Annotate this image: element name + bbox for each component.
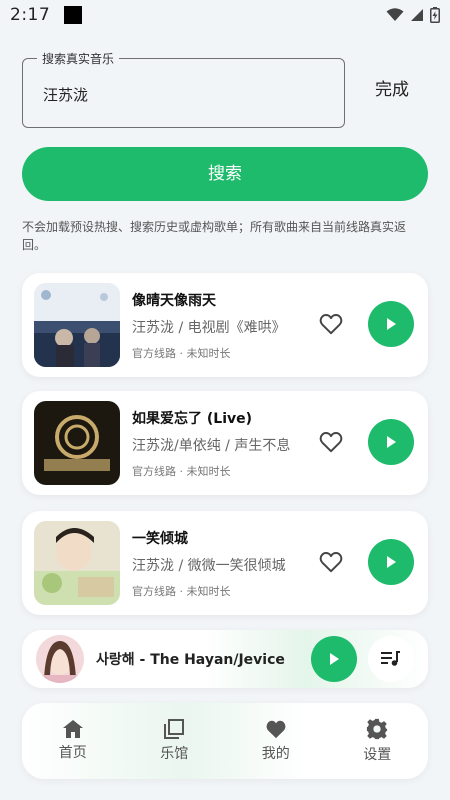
album-cover (34, 521, 120, 605)
library-icon (164, 719, 185, 739)
play-icon (387, 318, 396, 330)
song-title: 如果爱忘了 (Live) (132, 411, 253, 427)
mini-play-button[interactable] (311, 636, 357, 682)
search-field-label: 搜索真实音乐 (37, 50, 120, 67)
tab-label: 设置 (363, 747, 392, 763)
tab-label: 首页 (58, 745, 87, 761)
play-icon (387, 436, 396, 448)
bottom-tab-bar: 首页 乐馆 我的 设置 (22, 703, 428, 779)
song-meta: 官方线路 · 未知时长 (132, 347, 231, 360)
battery-charging-icon (430, 7, 440, 23)
status-icons (386, 7, 440, 23)
tab-mine[interactable]: 我的 (225, 703, 327, 779)
song-artist: 汪苏泷 / 电视剧《难哄》 (132, 320, 286, 336)
search-button[interactable]: 搜索 (22, 147, 428, 201)
tab-label: 乐馆 (160, 746, 189, 762)
result-card[interactable]: 如果爱忘了 (Live) 汪苏泷/单依纯 / 声生不息 官方线路 · 未知时长 (22, 391, 428, 495)
heart-outline-icon[interactable] (318, 549, 344, 575)
song-meta: 官方线路 · 未知时长 (132, 465, 231, 478)
wifi-icon (386, 8, 404, 21)
done-button[interactable]: 完成 (362, 76, 422, 104)
search-field[interactable]: 搜索真实音乐 (22, 50, 345, 128)
song-meta: 官方线路 · 未知时长 (132, 585, 231, 598)
song-title: 一笑倾城 (132, 531, 188, 547)
search-notice: 不会加载预设热搜、搜索历史或虚构歌单；所有歌曲来自当前线路真实返回。 (22, 220, 407, 252)
status-bar: 2:17 (0, 0, 450, 30)
album-cover (34, 401, 120, 485)
signal-icon (411, 9, 423, 21)
queue-button[interactable] (368, 636, 414, 682)
tab-settings[interactable]: 设置 (327, 703, 429, 779)
now-playing-cover (36, 635, 84, 683)
song-artist: 汪苏泷/单依纯 / 声生不息 (132, 438, 291, 454)
search-input[interactable] (43, 81, 323, 107)
heart-outline-icon[interactable] (318, 311, 344, 337)
notification-square-icon (64, 6, 83, 24)
play-button[interactable] (368, 419, 414, 465)
now-playing-title: 사랑해 - The Hayan/Jevice (96, 652, 285, 668)
album-cover (34, 283, 120, 367)
result-card[interactable]: 像晴天像雨天 汪苏泷 / 电视剧《难哄》 官方线路 · 未知时长 (22, 273, 428, 377)
mini-player[interactable]: 사랑해 - The Hayan/Jevice (22, 630, 428, 688)
tab-library[interactable]: 乐馆 (124, 703, 226, 779)
play-icon (387, 556, 396, 568)
result-card[interactable]: 一笑倾城 汪苏泷 / 微微一笑很倾城 官方线路 · 未知时长 (22, 511, 428, 615)
playlist-icon (381, 651, 400, 666)
tab-label: 我的 (261, 746, 290, 762)
heart-icon (266, 720, 286, 739)
play-icon (330, 653, 339, 665)
home-icon (62, 720, 83, 738)
play-button[interactable] (368, 301, 414, 347)
status-time: 2:17 (10, 5, 51, 25)
song-artist: 汪苏泷 / 微微一笑很倾城 (132, 558, 286, 574)
gear-icon (367, 718, 388, 740)
play-button[interactable] (368, 539, 414, 585)
tab-home[interactable]: 首页 (22, 703, 124, 779)
heart-outline-icon[interactable] (318, 429, 344, 455)
song-title: 像晴天像雨天 (132, 293, 216, 309)
